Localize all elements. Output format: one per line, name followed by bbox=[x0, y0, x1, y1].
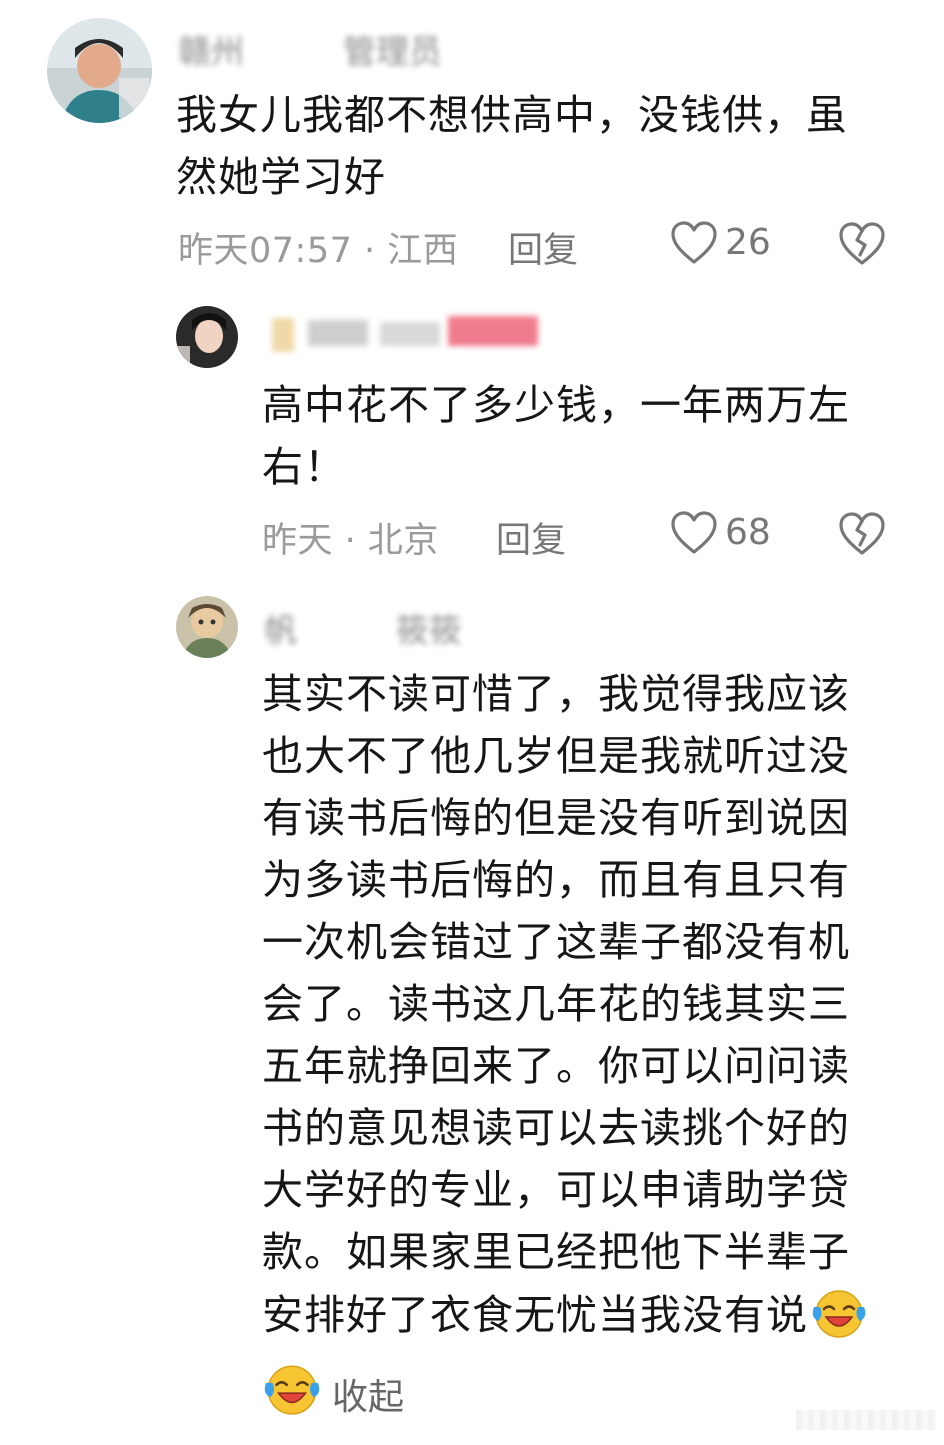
avatar[interactable] bbox=[47, 18, 152, 123]
comment-text: 我女儿我都不想供高中，没钱供，虽然她学习好 bbox=[176, 91, 848, 201]
avatar[interactable] bbox=[176, 306, 238, 368]
comment-text: 其实不读可惜了，我觉得我应该也大不了他几岁但是我就听过没有读书后悔的但是没有听到… bbox=[262, 663, 882, 1346]
laughing-crying-emoji-icon[interactable] bbox=[262, 1358, 322, 1418]
broken-heart-icon[interactable] bbox=[838, 221, 886, 267]
comment-text: 高中花不了多少钱，一年两万左右！ bbox=[262, 381, 850, 491]
username[interactable] bbox=[268, 312, 540, 356]
reply-button[interactable]: 回复 bbox=[496, 512, 566, 563]
like-count: 68 bbox=[725, 512, 771, 553]
time-location: 昨天07:57 · 江西 bbox=[178, 231, 459, 271]
username[interactable]: 帆 筱筱 bbox=[264, 604, 462, 652]
watermark bbox=[796, 1410, 936, 1430]
broken-heart-icon[interactable] bbox=[838, 511, 886, 557]
heart-outline-icon[interactable] bbox=[670, 510, 718, 556]
heart-outline-icon[interactable] bbox=[670, 220, 718, 266]
like-count: 26 bbox=[725, 222, 771, 263]
avatar[interactable] bbox=[176, 596, 238, 658]
reply-button[interactable]: 回复 bbox=[508, 222, 578, 273]
laughing-crying-emoji-icon bbox=[810, 1283, 868, 1341]
time-location: 昨天 · 北京 bbox=[262, 521, 439, 561]
collapse-button[interactable]: 收起 bbox=[332, 1368, 404, 1420]
username[interactable]: 赣州 管理员 bbox=[178, 25, 442, 73]
